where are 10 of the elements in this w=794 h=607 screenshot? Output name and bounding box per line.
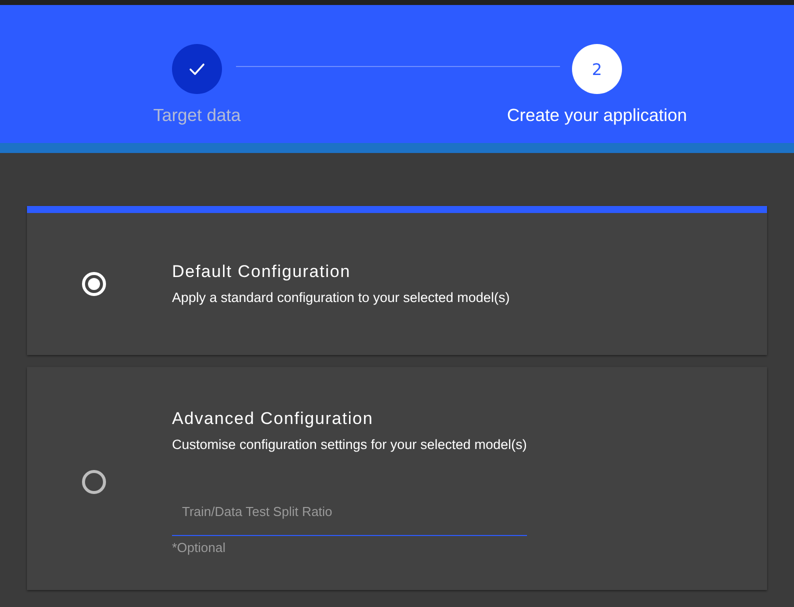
option-title: Advanced Configuration [172, 408, 374, 430]
option-description: Apply a standard configuration to your selected model(s) [172, 289, 510, 307]
step-number: 2 [572, 44, 622, 94]
ratio-input[interactable]: Train/Data Test Split Ratio [172, 476, 527, 536]
step-label: Create your application [507, 104, 687, 126]
radio-button[interactable] [82, 470, 106, 494]
step-label: Target data [153, 104, 241, 126]
option-title: Default Configuration [172, 261, 351, 283]
helper-text: *Optional [172, 540, 226, 556]
option-description: Customise configuration settings for your selected model(s) [172, 436, 527, 454]
